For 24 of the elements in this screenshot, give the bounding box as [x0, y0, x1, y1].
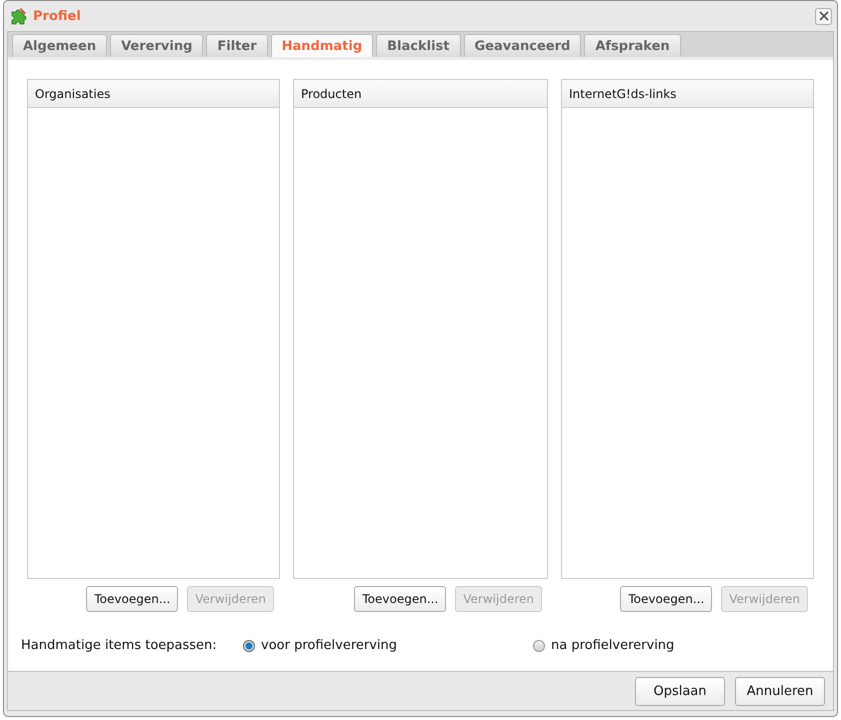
add-button[interactable]: Toevoegen...: [620, 586, 712, 612]
radio-button[interactable]: [243, 640, 255, 652]
close-icon: [818, 11, 828, 21]
list-header: Producten: [294, 80, 547, 108]
tab[interactable]: Vererving: [110, 34, 204, 57]
cancel-button[interactable]: Annuleren: [735, 677, 825, 706]
tab[interactable]: Algemeen: [12, 34, 108, 57]
radio-option[interactable]: voor profielvererving: [243, 638, 533, 653]
tab[interactable]: Blacklist: [376, 34, 460, 57]
radio-button[interactable]: [533, 640, 545, 652]
tab[interactable]: Afspraken: [584, 34, 681, 57]
add-button[interactable]: Toevoegen...: [86, 586, 178, 612]
puzzle-piece-icon: [10, 7, 28, 25]
save-button[interactable]: Opslaan: [635, 677, 725, 706]
tab[interactable]: Geavanceerd: [464, 34, 582, 57]
close-button[interactable]: [815, 8, 832, 24]
window-title: Profiel: [33, 8, 82, 24]
tab[interactable]: Filter: [206, 34, 268, 57]
list-header: Organisaties: [28, 80, 279, 108]
apply-label: Handmatige items toepassen:: [21, 638, 218, 653]
add-button[interactable]: Toevoegen...: [354, 586, 446, 612]
tab[interactable]: Handmatig: [270, 34, 374, 57]
radio-option[interactable]: na profielvererving: [533, 638, 674, 653]
list-header: InternetG!ds-links: [562, 80, 813, 108]
